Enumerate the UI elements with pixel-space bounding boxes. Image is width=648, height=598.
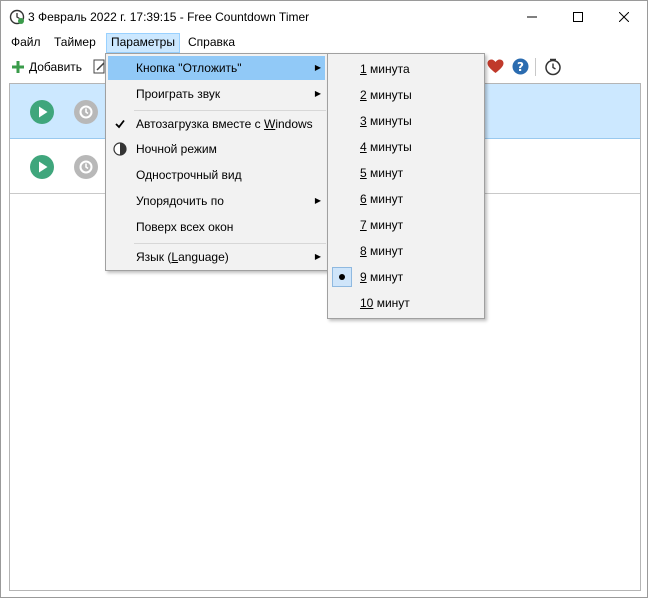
plus-icon xyxy=(12,61,24,73)
submenu-arrow-icon: ▶ xyxy=(314,89,321,98)
snooze-option-label: 8 минут xyxy=(360,244,404,258)
menu-item-always-on-top[interactable]: Поверх всех окон xyxy=(108,215,325,239)
menu-item-label: Упорядочить по xyxy=(136,194,224,208)
snooze-option-label: 3 минуты xyxy=(360,114,412,128)
snooze-icon[interactable] xyxy=(74,100,98,127)
snooze-option-label: 7 минут xyxy=(360,218,404,232)
toolbar-separator xyxy=(535,58,536,76)
snooze-option-label: 4 минуты xyxy=(360,140,412,154)
add-button-label: Добавить xyxy=(29,60,83,74)
menu-bar: Файл Таймер Параметры Справка xyxy=(1,33,647,53)
snooze-option[interactable]: 6 минут xyxy=(330,187,482,211)
play-icon[interactable] xyxy=(30,100,54,127)
menu-item-snooze-button[interactable]: Кнопка "Отложить" ▶ xyxy=(108,56,325,80)
menu-help[interactable]: Справка xyxy=(184,33,239,53)
submenu-arrow-icon: ▶ xyxy=(314,252,321,261)
menu-file[interactable]: Файл xyxy=(7,33,45,53)
snooze-option[interactable]: 2 минуты xyxy=(330,83,482,107)
menu-item-sort-by[interactable]: Упорядочить по ▶ xyxy=(108,189,325,213)
checkmark-icon xyxy=(110,114,130,134)
app-clock-icon xyxy=(9,9,25,25)
play-icon[interactable] xyxy=(30,155,54,182)
menu-item-label: Однострочный вид xyxy=(136,168,242,182)
snooze-option[interactable]: 1 минута xyxy=(330,57,482,81)
snooze-option[interactable]: 5 минут xyxy=(330,161,482,185)
parameters-menu: Кнопка "Отложить" ▶ Проиграть звук ▶ Авт… xyxy=(105,53,328,271)
minimize-icon xyxy=(527,16,537,18)
snooze-option-label: 1 минута xyxy=(360,62,410,76)
help-icon[interactable]: ? xyxy=(512,58,529,78)
menu-item-play-sound[interactable]: Проиграть звук ▶ xyxy=(108,82,325,106)
menu-separator xyxy=(134,110,326,111)
menu-parameters[interactable]: Параметры xyxy=(106,33,180,53)
snooze-option-label: 6 минут xyxy=(360,192,404,206)
menu-item-label: Ночной режим xyxy=(136,142,217,156)
snooze-option[interactable]: 8 минут xyxy=(330,239,482,263)
contrast-icon xyxy=(110,139,130,159)
menu-item-label: Поверх всех окон xyxy=(136,220,234,234)
menu-separator xyxy=(134,243,326,244)
maximize-icon xyxy=(573,12,583,22)
menu-item-label: Автозагрузка вместе с Windows xyxy=(136,117,313,131)
menu-item-label: Кнопка "Отложить" xyxy=(136,61,242,75)
heart-icon[interactable] xyxy=(487,59,504,77)
add-button[interactable]: Добавить xyxy=(11,57,82,77)
menu-timer[interactable]: Таймер xyxy=(50,33,100,53)
menu-item-night-mode[interactable]: Ночной режим xyxy=(108,137,325,161)
menu-item-single-line-view[interactable]: Однострочный вид xyxy=(108,163,325,187)
snooze-option[interactable]: 4 минуты xyxy=(330,135,482,159)
snooze-option[interactable]: 10 минут xyxy=(330,291,482,315)
radio-bullet-icon xyxy=(332,267,352,287)
snooze-icon[interactable] xyxy=(74,155,98,182)
clock-icon[interactable] xyxy=(544,58,562,79)
submenu-arrow-icon: ▶ xyxy=(314,196,321,205)
menu-item-language[interactable]: Язык (Language) ▶ xyxy=(108,245,325,269)
snooze-option-label: 9 минут xyxy=(360,270,404,284)
menu-item-autostart[interactable]: Автозагрузка вместе с Windows xyxy=(108,112,325,136)
submenu-arrow-icon: ▶ xyxy=(314,63,321,72)
maximize-button[interactable] xyxy=(555,1,601,33)
minimize-button[interactable] xyxy=(509,1,555,33)
close-button[interactable] xyxy=(601,1,647,33)
snooze-option-label: 10 минут xyxy=(360,296,410,310)
app-window: 3 Февраль 2022 г. 17:39:15 - Free Countd… xyxy=(0,0,648,598)
snooze-option[interactable]: 7 минут xyxy=(330,213,482,237)
svg-text:?: ? xyxy=(517,60,524,74)
window-title: 3 Февраль 2022 г. 17:39:15 - Free Countd… xyxy=(28,10,310,24)
snooze-option[interactable]: 3 минуты xyxy=(330,109,482,133)
snooze-submenu: 1 минута 2 минуты 3 минуты 4 минуты 5 ми… xyxy=(327,53,485,319)
title-bar[interactable]: 3 Февраль 2022 г. 17:39:15 - Free Countd… xyxy=(1,1,647,33)
menu-item-label: Проиграть звук xyxy=(136,87,221,101)
snooze-option-label: 2 минуты xyxy=(360,88,412,102)
snooze-option-label: 5 минут xyxy=(360,166,404,180)
close-icon xyxy=(619,12,629,22)
snooze-option-selected[interactable]: 9 минут xyxy=(330,265,482,289)
menu-item-label: Язык (Language) xyxy=(136,250,229,264)
